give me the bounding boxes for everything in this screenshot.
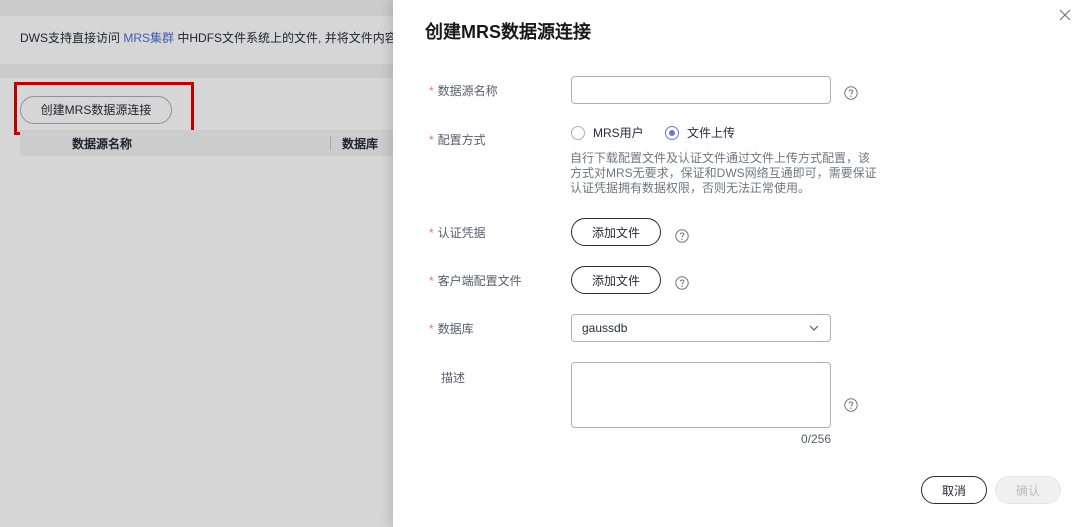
- radio-file-upload[interactable]: 文件上传: [665, 124, 735, 141]
- required-marker: *: [429, 322, 434, 336]
- name-label-row: * 数据源名称: [429, 82, 498, 99]
- name-label: 数据源名称: [437, 84, 498, 98]
- close-icon[interactable]: [1058, 8, 1072, 22]
- description-textarea[interactable]: [571, 362, 831, 428]
- help-icon[interactable]: [675, 276, 689, 290]
- database-select-value: gaussdb: [582, 321, 628, 335]
- radio-circle-unchecked[interactable]: [571, 125, 585, 140]
- help-icon[interactable]: [844, 398, 858, 412]
- client-config-label: 客户端配置文件: [437, 274, 522, 288]
- add-credential-file-button[interactable]: 添加文件: [571, 218, 661, 246]
- chevron-down-icon: [809, 325, 819, 331]
- help-icon[interactable]: [675, 229, 689, 243]
- modal-overlay[interactable]: [0, 0, 393, 527]
- database-label-row: * 数据库: [429, 320, 474, 337]
- credential-label-row: * 认证凭据: [429, 224, 486, 241]
- drawer-title: 创建MRS数据源连接: [425, 22, 591, 42]
- required-marker: *: [429, 226, 434, 240]
- client-config-label-row: * 客户端配置文件: [429, 272, 522, 289]
- data-source-name-input[interactable]: [571, 76, 831, 104]
- config-hint: 自行下载配置文件及认证文件通过文件上传方式配置，该方式对MRS无要求，保证和DW…: [570, 151, 877, 195]
- cancel-button[interactable]: 取消: [921, 476, 987, 504]
- radio-circle-checked[interactable]: [665, 125, 679, 140]
- required-marker: *: [429, 133, 434, 147]
- add-client-config-file-button[interactable]: 添加文件: [571, 266, 661, 294]
- database-select[interactable]: gaussdb: [571, 314, 831, 342]
- required-marker: *: [429, 84, 434, 98]
- database-label: 数据库: [437, 322, 474, 336]
- desc-label-row: 描述: [429, 369, 465, 386]
- credential-label: 认证凭据: [437, 226, 486, 240]
- config-label: 配置方式: [437, 133, 486, 147]
- radio-mrs-user[interactable]: MRS用户: [571, 124, 644, 141]
- description-char-counter: 0/256: [800, 432, 831, 446]
- create-connection-drawer: 创建MRS数据源连接 * 数据源名称 * 配置方式 MRS用户 文件上传 自行下载配…: [393, 0, 1088, 527]
- radio-file-upload-label: 文件上传: [687, 126, 736, 140]
- desc-label: 描述: [441, 371, 466, 385]
- config-label-row: * 配置方式: [429, 131, 486, 148]
- required-marker: *: [429, 274, 434, 288]
- help-icon[interactable]: [844, 86, 858, 100]
- radio-mrs-user-label: MRS用户: [593, 126, 644, 140]
- confirm-button[interactable]: 确认: [995, 476, 1061, 504]
